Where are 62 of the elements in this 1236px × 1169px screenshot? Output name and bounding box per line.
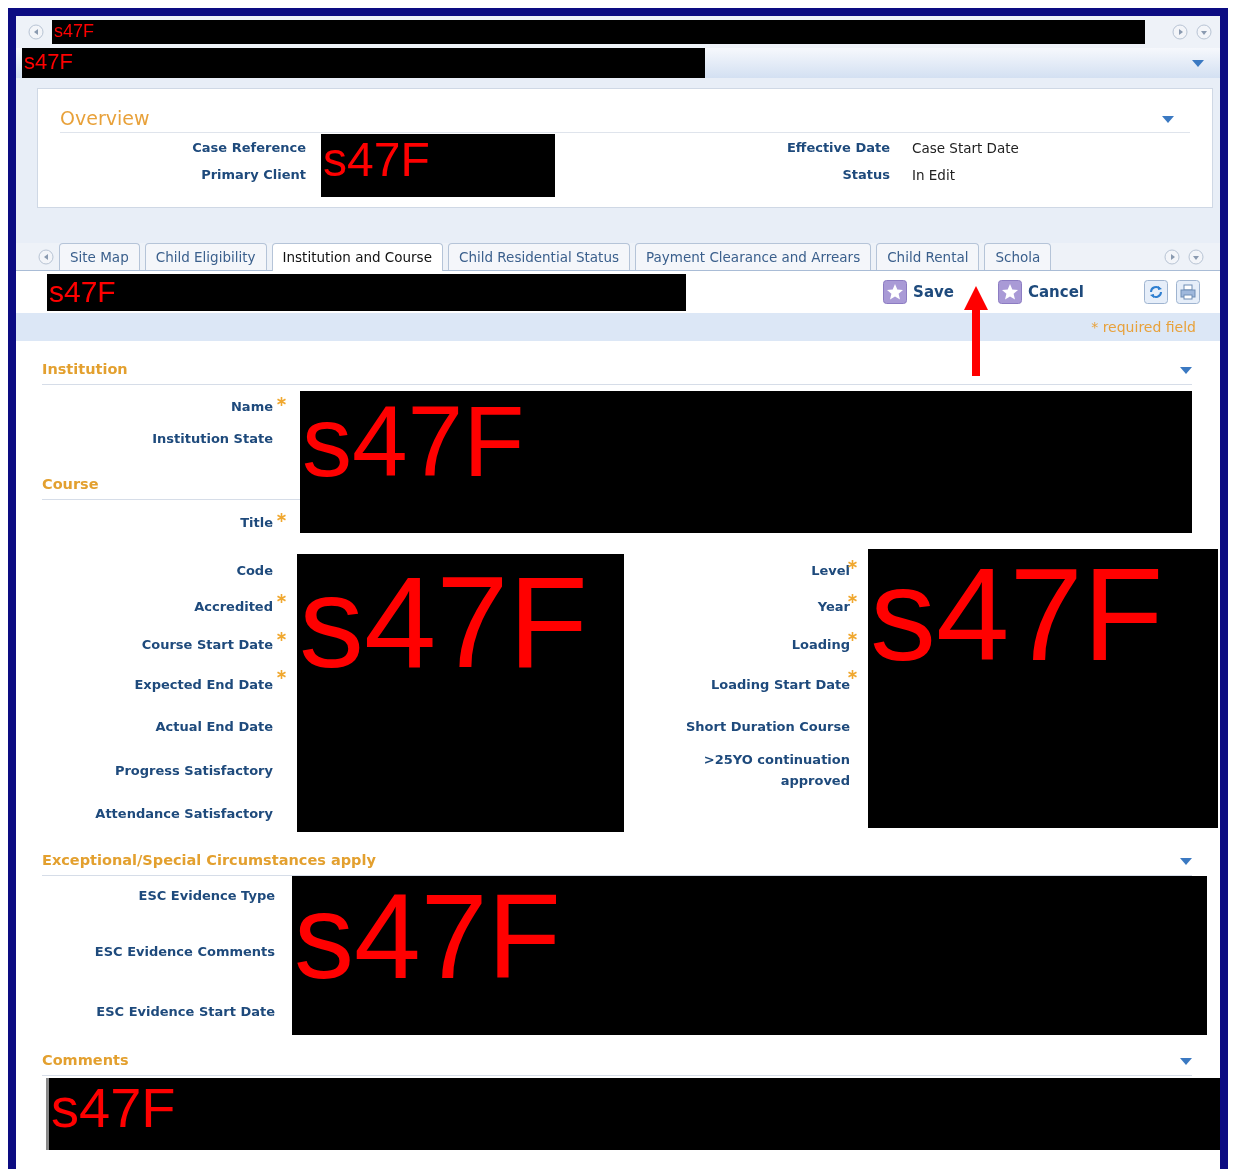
field-value: In Edit <box>912 166 956 185</box>
field-label: Loading Start Date <box>710 676 850 695</box>
redacted-field: s47F <box>868 549 1218 828</box>
field-label: >25YO continuation approved <box>702 751 850 790</box>
toolbar-button[interactable]: Save <box>883 280 954 304</box>
tab[interactable]: Payment Clearance and Arrears <box>635 243 872 270</box>
field-label: Accredited <box>193 597 273 616</box>
field-label: Actual End Date <box>154 718 273 737</box>
scroll-right-icon[interactable] <box>1164 248 1180 265</box>
field-label: Name <box>230 398 273 417</box>
redacted-field: s47F <box>22 48 705 78</box>
field-label: Primary Client <box>200 166 306 184</box>
redacted-field: s47F <box>297 554 624 832</box>
redacted-field: s47F <box>300 391 1192 533</box>
field-label: Expected End Date <box>133 676 273 695</box>
redacted-field: s47F <box>46 1078 1220 1150</box>
redacted-field: s47F <box>321 134 555 197</box>
section-title: Exceptional/Special Circumstances apply <box>42 850 376 870</box>
chevron-down-icon[interactable] <box>1180 1056 1192 1065</box>
redacted-field: s47F <box>52 20 1145 44</box>
scroll-left-icon[interactable] <box>28 24 44 40</box>
scroll-right-icon[interactable] <box>1172 24 1188 40</box>
field-value: Case Start Date <box>912 139 1020 158</box>
dropdown-icon[interactable] <box>1196 24 1212 40</box>
field-label: Attendance Satisfactory <box>94 804 273 823</box>
field-label: ESC Evidence Start Date <box>95 1002 275 1021</box>
refresh-icon[interactable] <box>1144 280 1168 304</box>
field-label: Title <box>239 514 273 533</box>
chevron-down-icon[interactable] <box>1180 856 1192 865</box>
field-label: Course Start Date <box>140 635 273 654</box>
field-label: Progress Satisfactory <box>113 761 273 780</box>
field-label: ESC Evidence Comments <box>93 943 275 962</box>
panel-title: Overview <box>60 106 150 132</box>
redacted-field: s47F <box>292 876 1207 1035</box>
field-label: Loading <box>790 635 850 654</box>
field-label: Effective Date <box>785 139 890 157</box>
tab[interactable]: Child Eligibility <box>144 243 267 270</box>
field-label: Status <box>841 166 890 184</box>
field-label: Level <box>810 561 850 580</box>
field-label: Case Reference <box>191 139 306 157</box>
chevron-down-icon[interactable] <box>1162 114 1174 123</box>
toolbar-button[interactable]: Cancel <box>998 280 1084 304</box>
required-note: * required field <box>1091 319 1196 335</box>
scroll-left-icon[interactable] <box>38 248 54 265</box>
tab[interactable]: Child Rental <box>876 243 980 270</box>
tab[interactable]: Child Residential Status <box>447 243 630 270</box>
field-label: Short Duration Course <box>685 718 850 737</box>
dropdown-icon[interactable] <box>1188 248 1204 265</box>
print-icon[interactable] <box>1176 280 1200 304</box>
field-label: Year <box>816 597 850 616</box>
field-label: Institution State <box>151 430 273 449</box>
redacted-field: s47F <box>47 273 686 311</box>
chevron-down-icon[interactable] <box>1192 59 1204 67</box>
tab[interactable]: Schola <box>984 243 1052 270</box>
field-label: Code <box>235 561 273 580</box>
section-title: Course <box>42 474 99 494</box>
section-title: Institution <box>42 359 128 379</box>
tab[interactable]: Site Map <box>59 243 140 270</box>
chevron-down-icon[interactable] <box>1180 365 1192 374</box>
tab[interactable]: Institution and Course <box>271 243 443 271</box>
section-title: Comments <box>42 1050 129 1070</box>
field-label: ESC Evidence Type <box>137 887 275 906</box>
